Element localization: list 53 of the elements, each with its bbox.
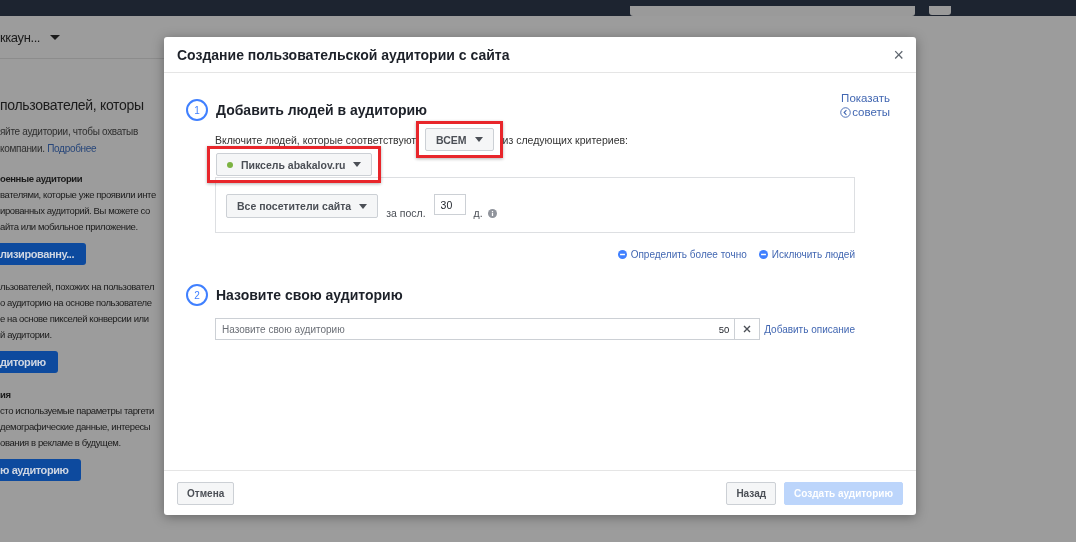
close-button[interactable]: × (893, 45, 904, 64)
chevron-circle-icon (840, 106, 852, 118)
section-text: е на основе пикселей конверсии или (0, 312, 150, 326)
option-link[interactable]: Исключить людей (758, 249, 855, 260)
status-dot-icon (227, 161, 233, 168)
period-label: за посл. (386, 207, 426, 219)
dialog-title: Создание пользовательской аудитории с сайта (177, 46, 510, 63)
back-button[interactable]: Назад (726, 481, 777, 505)
intro-text: компании. (0, 143, 46, 154)
close-icon (743, 325, 752, 333)
criteria-text: Включите людей, которые соответствуют (215, 133, 417, 146)
caret-icon (50, 34, 61, 40)
character-counter: 50 (718, 323, 731, 335)
option-link[interactable]: Определить более точно (617, 249, 747, 260)
section-text: ования в рекламе в будущем. (0, 436, 122, 450)
page-heading: пользователей, которы (0, 97, 145, 113)
show-tips-link[interactable]: Показать советы (840, 91, 890, 119)
step-number: 1 (186, 99, 208, 121)
caret-icon (474, 137, 483, 142)
step-title: Добавить людей в аудиторию (216, 102, 428, 118)
section-text: демографические данные, интересы (0, 420, 152, 434)
learn-more-link[interactable]: Подробнее (47, 143, 97, 154)
account-menu[interactable]: ккаун... (0, 16, 164, 59)
section-text: айта или мобильное приложение. (0, 220, 139, 234)
criteria-text: из следующих критериев: (502, 133, 628, 146)
create-button[interactable]: ю аудиторию (0, 459, 81, 481)
unit-label: д. (473, 207, 483, 219)
create-button[interactable]: диторию (0, 351, 58, 373)
section-title: оенные аудитории (0, 172, 84, 186)
intro-text: яйте аудитории, чтобы охватыв (0, 125, 139, 139)
section-text: о аудиторию на основе пользователе (0, 296, 153, 310)
caret-icon (353, 162, 362, 167)
section-text: й аудитории. (0, 328, 53, 342)
caret-icon (359, 203, 368, 209)
minus-circle-icon (617, 250, 627, 259)
step-number: 2 (186, 284, 208, 306)
minus-circle-icon (758, 250, 768, 259)
section-text: вателями, которые уже проявили инте (0, 188, 157, 202)
days-field[interactable]: 30 (433, 194, 466, 215)
event-dropdown[interactable]: Все посетители сайта (226, 194, 379, 218)
audience-name-field[interactable]: Назовите свою аудиторию 50 (215, 318, 761, 340)
avatar-placeholder (929, 6, 951, 15)
match-dropdown[interactable]: ВСЕМ (425, 128, 494, 151)
cancel-button[interactable]: Отмена (177, 481, 235, 505)
section-text: ированных аудиторий. Вы можете со (0, 204, 151, 218)
section-text: сто используемые параметры таргети (0, 404, 155, 418)
section-text: льзователей, похожих на пользовател (0, 280, 156, 294)
info-icon (487, 208, 497, 218)
step-title: Назовите свою аудиторию (216, 287, 403, 303)
add-description-link[interactable]: Добавить описание (764, 323, 855, 335)
section-title: ия (0, 388, 12, 402)
pixel-dropdown[interactable]: Пиксель abakalov.ru (216, 153, 373, 176)
create-button[interactable]: лизированну... (0, 243, 87, 265)
